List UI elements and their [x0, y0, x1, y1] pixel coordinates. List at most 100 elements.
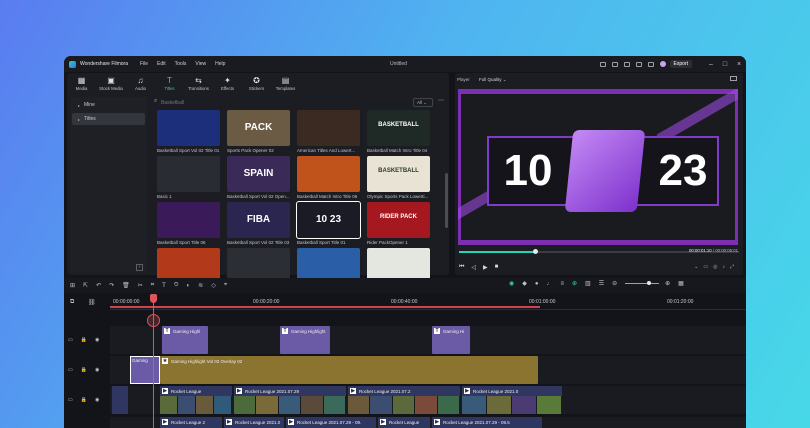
eye-icon[interactable]: ◉	[95, 337, 99, 343]
playhead-handle[interactable]	[150, 294, 157, 303]
add-track-icon[interactable]: ⧉	[70, 299, 74, 306]
title-template-tile[interactable]: SPAIN Basketball Sport Vol 02 Open...	[227, 156, 290, 199]
title-clip[interactable]: T Gaming Hi	[432, 326, 470, 354]
fullscreen-icon[interactable]: ⤢	[730, 264, 734, 270]
grid-icon[interactable]	[647, 61, 654, 67]
maximize-icon[interactable]: □	[718, 61, 732, 68]
tab-media[interactable]: ▦ Media	[67, 73, 96, 95]
color-icon[interactable]: ◐	[187, 283, 191, 289]
export-button[interactable]: Export	[669, 60, 692, 68]
avatar[interactable]	[659, 61, 666, 67]
title-template-tile[interactable]: Basketball Match Intro Title 06	[297, 156, 360, 199]
title-template-tile[interactable]: PACK Sports Pack Opener 02	[227, 110, 290, 153]
split-view-icon[interactable]: ▭	[703, 264, 708, 270]
select-tool-icon[interactable]: ⇱	[83, 282, 88, 289]
title-clip[interactable]: T Gaming Highlight	[280, 326, 330, 354]
eye-icon[interactable]: ◉	[95, 397, 99, 403]
sidebar-item-mine[interactable]: ▸ Mine	[72, 99, 145, 111]
link-icon[interactable]: ⛓	[88, 299, 96, 306]
record-icon[interactable]: ●	[535, 281, 539, 287]
tab-templates[interactable]: ▤ Templates	[271, 73, 300, 95]
video-clip[interactable]: ▶ Rocket League 2021.0	[224, 417, 284, 428]
delete-icon[interactable]: 🗑	[122, 282, 130, 289]
time-ruler[interactable]: 00:00:00:00 00:00:20:00 00:00:40:00 00:0…	[110, 294, 746, 310]
cut-icon[interactable]: ✂	[138, 282, 143, 289]
video-clip[interactable]	[112, 386, 128, 414]
close-icon[interactable]: ×	[732, 61, 746, 68]
title-template-tile[interactable]: BASKETBALL Basketball Match Intro Title 0…	[367, 110, 430, 153]
menu-help[interactable]: Help	[215, 61, 225, 67]
download-icon[interactable]	[635, 61, 642, 67]
overlay-clip[interactable]: ★ Gaming Highlight Vol 03 Overlay 02	[160, 356, 538, 384]
headset-icon[interactable]	[623, 61, 630, 67]
filter-dropdown[interactable]: All ⌄	[413, 98, 433, 107]
title-template-tile[interactable]: RIDER PACK Rider PackOpener 1	[367, 202, 430, 245]
prev-frame-icon[interactable]: ⏮	[459, 264, 464, 271]
menu-tools[interactable]: Tools	[175, 61, 187, 67]
speed-icon[interactable]: ⏲	[174, 282, 179, 289]
title-template-tile[interactable]: Basketball Sport Title 06	[157, 202, 220, 245]
search-input[interactable]	[161, 98, 341, 107]
crop-icon[interactable]: ⌗	[151, 282, 154, 289]
title-template-tile[interactable]: Basic 1	[157, 156, 220, 199]
title-template-tile[interactable]: FIBA Basketball Sport Vol 02 Title 03	[227, 202, 290, 245]
video-clip[interactable]: ▶ Rocket League 2021.07.29 - 09.	[286, 417, 376, 428]
tab-stock-media[interactable]: ▣ Stock Media	[96, 73, 126, 95]
play-icon[interactable]: ▶	[483, 264, 488, 271]
monitor-icon[interactable]	[599, 61, 606, 67]
layout-icon[interactable]: ⊞	[70, 282, 75, 289]
tab-titles[interactable]: T Titles	[155, 73, 184, 95]
volume-icon[interactable]: ♪	[722, 264, 725, 270]
microphone-icon[interactable]: ♩	[547, 281, 553, 287]
snapshot-icon[interactable]	[730, 76, 737, 81]
grid-scrollbar[interactable]	[445, 173, 448, 228]
stop-icon[interactable]: ■	[495, 264, 499, 270]
redo-icon[interactable]: ↷	[109, 282, 114, 289]
tab-transitions[interactable]: ⇆ Transitions	[184, 73, 213, 95]
smart-render-icon[interactable]: ◉	[509, 280, 514, 287]
tab-stickers[interactable]: ✪ Stickers	[242, 73, 271, 95]
video-clip[interactable]: ▶ Rocket League 2021.07.29	[234, 386, 346, 414]
text-icon[interactable]: T	[162, 283, 166, 289]
snap-icon[interactable]: ⊕	[572, 280, 577, 287]
menu-view[interactable]: View	[195, 61, 206, 67]
collapse-sidebar-icon[interactable]: ‹	[136, 264, 143, 271]
tab-effects[interactable]: ✦ Effects	[213, 73, 242, 95]
eye-icon[interactable]: ◉	[95, 367, 99, 373]
lock-icon[interactable]: 🔒	[81, 367, 87, 373]
tab-audio[interactable]: ♫ Audio	[126, 73, 155, 95]
video-clip[interactable]: ▶ Rocket League 2	[160, 417, 222, 428]
title-template-tile[interactable]: American Titles And Lowert...	[297, 110, 360, 153]
audio-adjust-icon[interactable]: ≋	[198, 282, 203, 289]
split-screen-icon[interactable]: ▥	[585, 280, 591, 287]
video-clip[interactable]: ▶ Rocket League 2021.07.29 - 09.5	[432, 417, 542, 428]
quality-dropdown[interactable]: Full Quality ⌄	[479, 77, 507, 82]
video-clip[interactable]: ▶ Rocket League	[378, 417, 430, 428]
progress-knob[interactable]	[532, 249, 538, 254]
sidebar-item-titles[interactable]: ▸ Titles	[72, 113, 145, 125]
keyframe-icon[interactable]: ◇	[211, 282, 216, 289]
video-clip[interactable]: ▶ Rocket League 2021.0	[462, 386, 562, 414]
video-clip[interactable]: ▶ Rocket League	[160, 386, 232, 414]
lock-icon[interactable]: 🔒	[81, 397, 87, 403]
fit-icon[interactable]: ⌄	[694, 264, 698, 270]
step-back-icon[interactable]: ◁	[471, 264, 476, 271]
title-template-tile[interactable]: Basketball Sport Vol 02 Title 01	[157, 110, 220, 153]
camera-icon[interactable]: ◎	[713, 264, 717, 270]
zoom-in-icon[interactable]: ⊕	[665, 280, 670, 287]
menu-file[interactable]: File	[140, 61, 148, 67]
title-template-tile[interactable]: 10 23 Basketball Sport Title 01	[296, 201, 361, 245]
minimize-icon[interactable]: –	[704, 61, 718, 68]
menu-edit[interactable]: Edit	[157, 61, 166, 67]
more-options-icon[interactable]: ⋯	[438, 97, 444, 104]
video-clip[interactable]: ▶ Rocket League 2021.07.2	[348, 386, 460, 414]
zoom-out-icon[interactable]: ⊖	[612, 280, 617, 287]
zoom-slider[interactable]	[625, 281, 660, 285]
title-clip[interactable]: T Gaming Highl	[162, 326, 208, 354]
marker-icon[interactable]: ◆	[522, 280, 527, 287]
cloud-icon[interactable]	[611, 61, 618, 67]
grid-view-icon[interactable]: ▦	[678, 280, 684, 287]
lock-icon[interactable]: 🔒	[81, 337, 87, 343]
list-icon[interactable]: ☰	[599, 280, 604, 287]
tracking-icon[interactable]: ⌖	[224, 282, 227, 289]
